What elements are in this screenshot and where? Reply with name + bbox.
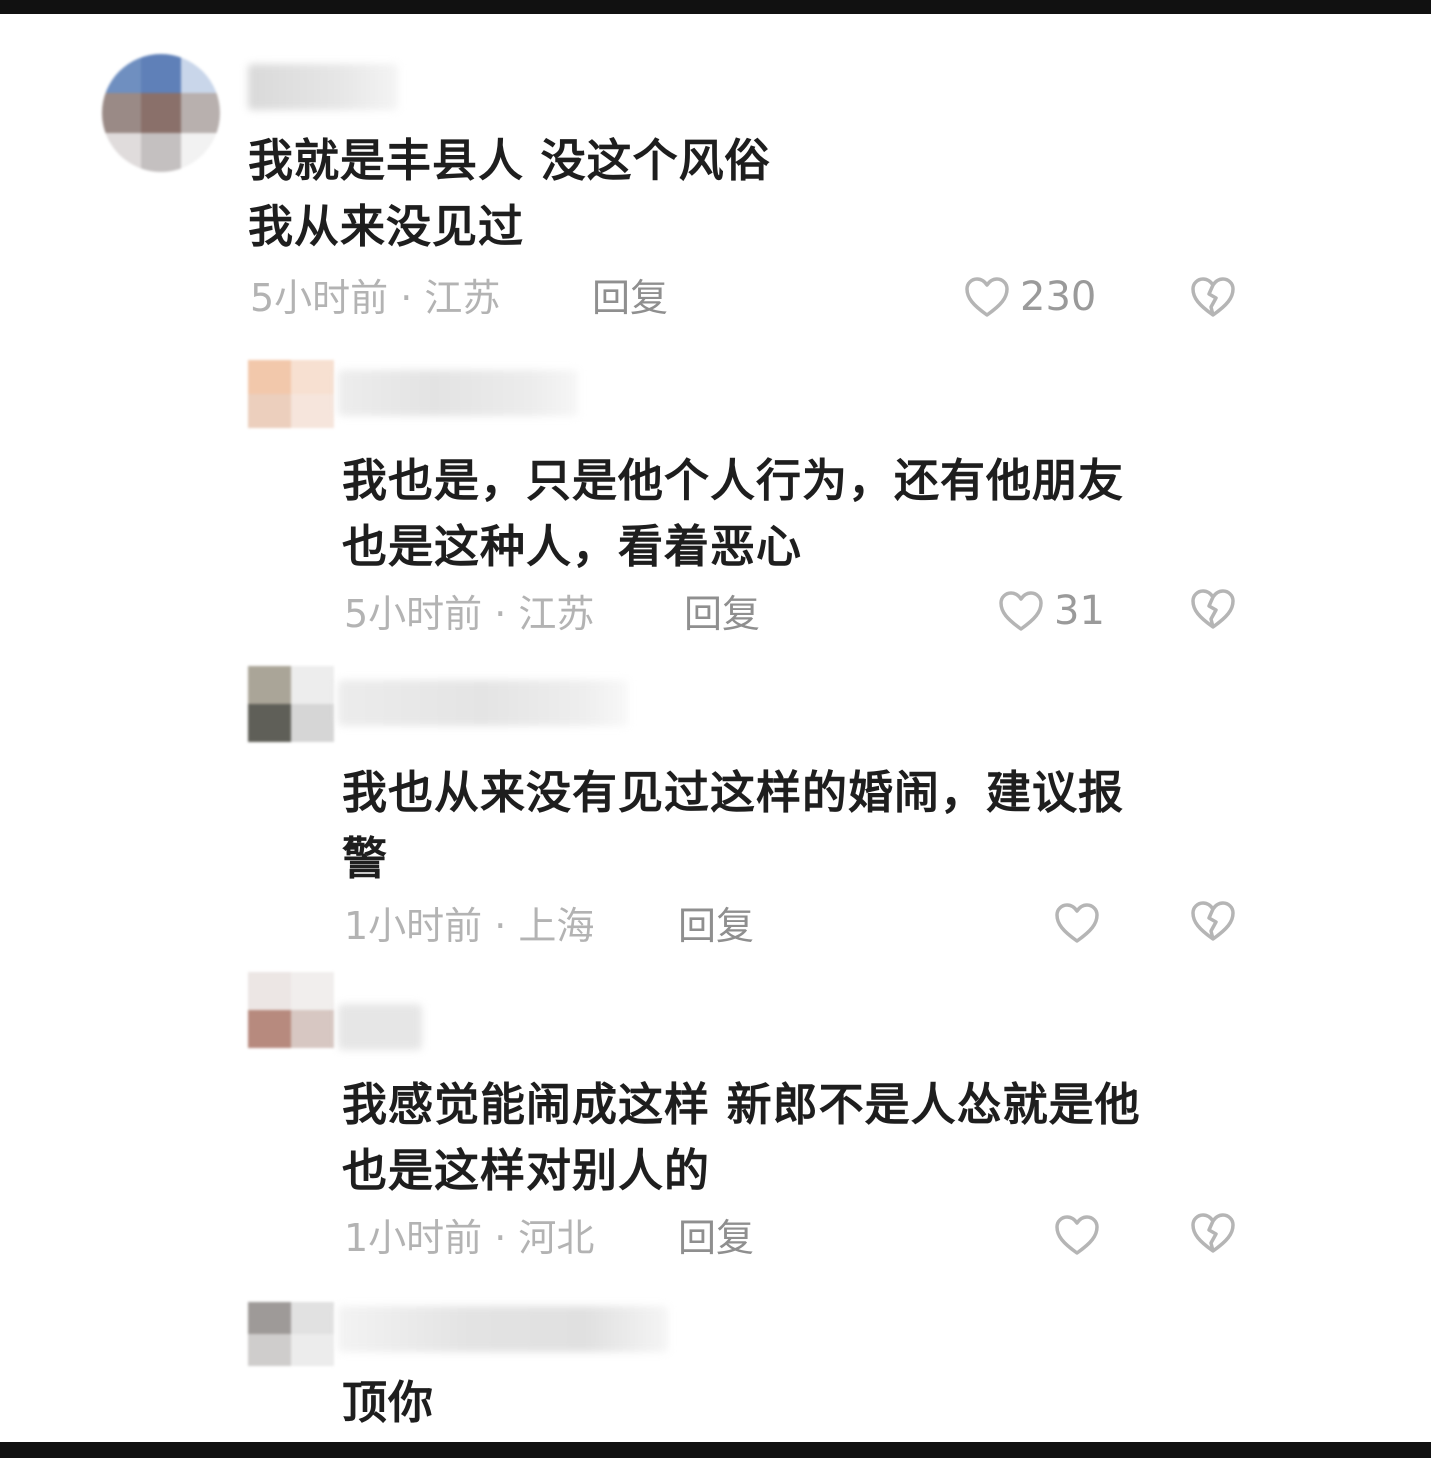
dislike-button[interactable]: [1190, 900, 1236, 942]
broken-heart-icon: [1190, 588, 1236, 630]
dislike-button[interactable]: [1190, 588, 1236, 630]
like-button[interactable]: 230: [964, 276, 1096, 318]
comment-text: 顶你: [342, 1376, 435, 1429]
reply-button[interactable]: 回复: [592, 278, 668, 318]
broken-heart-icon: [1190, 276, 1236, 318]
comment-time-location: 1小时前 · 河北: [344, 1216, 595, 1260]
avatar[interactable]: [248, 1302, 334, 1366]
heart-outline-icon: [1054, 902, 1100, 944]
comment-text: 我也从来没有见过这样的婚闹，建议报 警: [342, 766, 1125, 885]
username-blurred[interactable]: [338, 1306, 668, 1352]
heart-outline-icon: [998, 590, 1044, 632]
comment-text: 我也是，只是他个人行为，还有他朋友 也是这种人，看着恶心: [342, 454, 1125, 573]
dislike-button[interactable]: [1190, 276, 1236, 318]
comment-time-location: 1小时前 · 上海: [344, 904, 595, 948]
comment-list: 我就是丰县人 没这个风俗 我从来没见过 5小时前 · 江苏 回复 230 我也是…: [0, 14, 1431, 1442]
comment-time-location: 5小时前 · 江苏: [250, 276, 501, 320]
comment-text: 我感觉能闹成这样 新郎不是人怂就是他 也是这样对别人的: [342, 1078, 1141, 1197]
reply-button[interactable]: 回复: [684, 594, 760, 634]
broken-heart-icon: [1190, 1212, 1236, 1254]
username-blurred[interactable]: [248, 64, 398, 110]
broken-heart-icon: [1190, 900, 1236, 942]
reply-button[interactable]: 回复: [678, 1218, 754, 1258]
like-button[interactable]: [1054, 1214, 1110, 1256]
comment-time-location: 5小时前 · 江苏: [344, 592, 595, 636]
username-blurred[interactable]: [338, 370, 578, 416]
avatar[interactable]: [102, 54, 220, 172]
reply-button[interactable]: 回复: [678, 906, 754, 946]
avatar[interactable]: [248, 972, 334, 1048]
like-count: 230: [1020, 274, 1097, 320]
username-blurred[interactable]: [338, 1004, 422, 1050]
like-button[interactable]: 31: [998, 590, 1105, 632]
heart-outline-icon: [964, 276, 1010, 318]
avatar[interactable]: [248, 666, 334, 742]
like-count: 31: [1054, 588, 1105, 634]
comment-text: 我就是丰县人 没这个风俗 我从来没见过: [248, 134, 771, 253]
like-button[interactable]: [1054, 902, 1110, 944]
dislike-button[interactable]: [1190, 1212, 1236, 1254]
heart-outline-icon: [1054, 1214, 1100, 1256]
username-blurred[interactable]: [338, 680, 628, 726]
avatar[interactable]: [248, 360, 334, 428]
